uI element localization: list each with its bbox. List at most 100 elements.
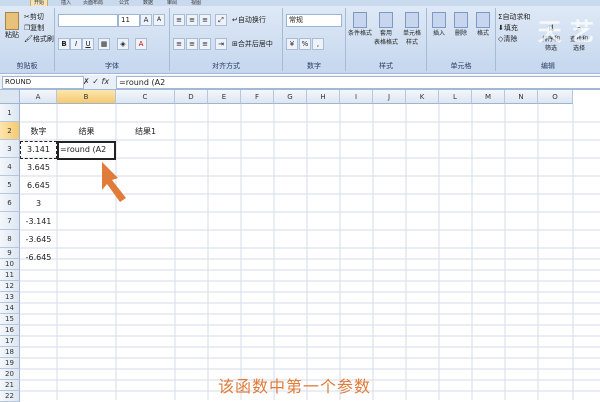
paste-button[interactable]: 粘贴 <box>4 12 20 40</box>
borders-button[interactable]: ▦ <box>98 38 110 50</box>
row-header-2[interactable]: 2 <box>0 122 20 140</box>
cell-a6[interactable]: -3.141 <box>20 213 57 231</box>
row-header-17[interactable]: 17 <box>0 336 20 347</box>
enter-icon[interactable]: ✓ <box>92 77 99 86</box>
cell-c1[interactable]: 结果1 <box>116 123 175 141</box>
format-painter-button[interactable]: 🖌格式刷 <box>24 34 54 44</box>
conditional-format-button[interactable]: 条件格式 <box>348 12 372 37</box>
row-header-10[interactable]: 10 <box>0 259 20 270</box>
row-header-19[interactable]: 19 <box>0 358 20 369</box>
align-middle-button[interactable]: ≡ <box>186 14 198 26</box>
fill-button[interactable]: ⬇填充 <box>498 23 518 33</box>
orientation-icon: ⤢ <box>218 16 224 24</box>
row-header-13[interactable]: 13 <box>0 292 20 303</box>
row-header-11[interactable]: 11 <box>0 270 20 281</box>
merge-center-button[interactable]: ⊞合并后居中 <box>232 39 273 49</box>
clipboard-group-label: 剪贴板 <box>0 61 54 71</box>
pointer-arrow <box>102 162 126 202</box>
cell-a5[interactable]: 3 <box>20 195 57 213</box>
row-header-22[interactable]: 22 <box>0 391 20 402</box>
row-header-5[interactable]: 5 <box>0 176 20 194</box>
align-right-button[interactable]: ≡ <box>199 38 211 50</box>
row-header-6[interactable]: 6 <box>0 194 20 212</box>
column-header-f[interactable]: F <box>241 90 274 104</box>
column-header-o[interactable]: O <box>538 90 573 104</box>
wrap-text-button[interactable]: ↵自动换行 <box>232 15 266 25</box>
column-header-i[interactable]: I <box>340 90 373 104</box>
row-header-1[interactable]: 1 <box>0 104 20 122</box>
row-header-21[interactable]: 21 <box>0 380 20 391</box>
cell-area[interactable]: 数字 结果 结果1 3.141 =round (A2 3.645 6.645 3… <box>20 104 600 400</box>
font-size-dropdown[interactable]: 11 <box>118 14 140 27</box>
cell-a8[interactable]: -6.645 <box>20 249 57 267</box>
formula-input[interactable]: =round (A2 <box>116 76 600 89</box>
column-header-g[interactable]: G <box>274 90 307 104</box>
shrink-font-button[interactable]: A <box>153 14 165 26</box>
formula-bar: ROUND ✗ ✓ fx =round (A2 <box>0 75 600 90</box>
column-header-j[interactable]: J <box>373 90 406 104</box>
currency-button[interactable]: ¥ <box>286 38 298 50</box>
format-cells-icon <box>476 12 490 28</box>
font-color-button[interactable]: A <box>135 38 147 50</box>
column-header-k[interactable]: K <box>406 90 439 104</box>
autosum-button[interactable]: Σ自动求和 <box>498 12 530 22</box>
row-header-16[interactable]: 16 <box>0 325 20 336</box>
column-header-n[interactable]: N <box>505 90 538 104</box>
cell-a7[interactable]: -3.645 <box>20 231 57 249</box>
orientation-button[interactable]: ⤢ <box>215 14 227 26</box>
column-header-a[interactable]: A <box>20 90 57 104</box>
select-all-corner[interactable] <box>0 90 20 104</box>
bold-button[interactable]: B <box>58 38 70 50</box>
format-as-table-button[interactable]: 套用 表格格式 <box>374 12 398 46</box>
row-header-4[interactable]: 4 <box>0 158 20 176</box>
percent-button[interactable]: % <box>299 38 311 50</box>
cancel-icon[interactable]: ✗ <box>83 77 90 86</box>
delete-button[interactable]: 删除 <box>451 12 471 37</box>
number-format-dropdown[interactable]: 常规 <box>286 14 342 27</box>
clear-button[interactable]: ◇清除 <box>498 34 517 44</box>
caption-subtitle: 该函数中第一个参数 <box>218 377 372 396</box>
format-button[interactable]: 格式 <box>473 12 493 37</box>
cell-styles-button[interactable]: 单元格 样式 <box>400 12 424 46</box>
column-header-e[interactable]: E <box>208 90 241 104</box>
row-header-3[interactable]: 3 <box>0 140 20 158</box>
row-header-15[interactable]: 15 <box>0 314 20 325</box>
column-header-d[interactable]: D <box>175 90 208 104</box>
cell-b1[interactable]: 结果 <box>57 123 116 141</box>
editing-group-label: 编辑 <box>496 61 600 71</box>
copy-button[interactable]: ❐复制 <box>24 23 44 33</box>
align-bottom-button[interactable]: ≡ <box>199 14 211 26</box>
row-header-9[interactable]: 9 <box>0 248 20 259</box>
row-header-20[interactable]: 20 <box>0 369 20 380</box>
cut-button[interactable]: ✂剪切 <box>24 12 44 22</box>
align-left-button[interactable]: ≡ <box>173 38 185 50</box>
cell-a4[interactable]: 6.645 <box>20 177 57 195</box>
cell-b2[interactable]: =round (A2 <box>60 141 116 159</box>
fx-icon[interactable]: fx <box>102 77 110 86</box>
column-header-c[interactable]: C <box>116 90 175 104</box>
fill-color-button[interactable]: ◈ <box>117 38 129 50</box>
insert-button[interactable]: 插入 <box>429 12 449 37</box>
column-header-b[interactable]: B <box>57 90 116 104</box>
column-header-m[interactable]: M <box>472 90 505 104</box>
italic-button[interactable]: I <box>70 38 82 50</box>
font-name-dropdown[interactable] <box>58 14 118 27</box>
underline-button[interactable]: U <box>82 38 94 50</box>
cell-a2[interactable]: 3.141 <box>20 141 57 159</box>
name-box[interactable]: ROUND <box>2 76 84 89</box>
row-header-14[interactable]: 14 <box>0 303 20 314</box>
indent-button[interactable]: ⇥ <box>215 38 227 50</box>
cell-a3[interactable]: 3.645 <box>20 159 57 177</box>
comma-button[interactable]: , <box>312 38 324 50</box>
cell-a1[interactable]: 数字 <box>20 123 57 141</box>
number-group: 常规 ¥ % , 数字 <box>283 8 346 71</box>
grow-font-button[interactable]: A <box>140 14 152 26</box>
align-center-button[interactable]: ≡ <box>186 38 198 50</box>
column-header-h[interactable]: H <box>307 90 340 104</box>
row-header-7[interactable]: 7 <box>0 212 20 230</box>
row-header-8[interactable]: 8 <box>0 230 20 248</box>
row-header-18[interactable]: 18 <box>0 347 20 358</box>
align-top-button[interactable]: ≡ <box>173 14 185 26</box>
row-header-12[interactable]: 12 <box>0 281 20 292</box>
column-header-l[interactable]: L <box>439 90 472 104</box>
